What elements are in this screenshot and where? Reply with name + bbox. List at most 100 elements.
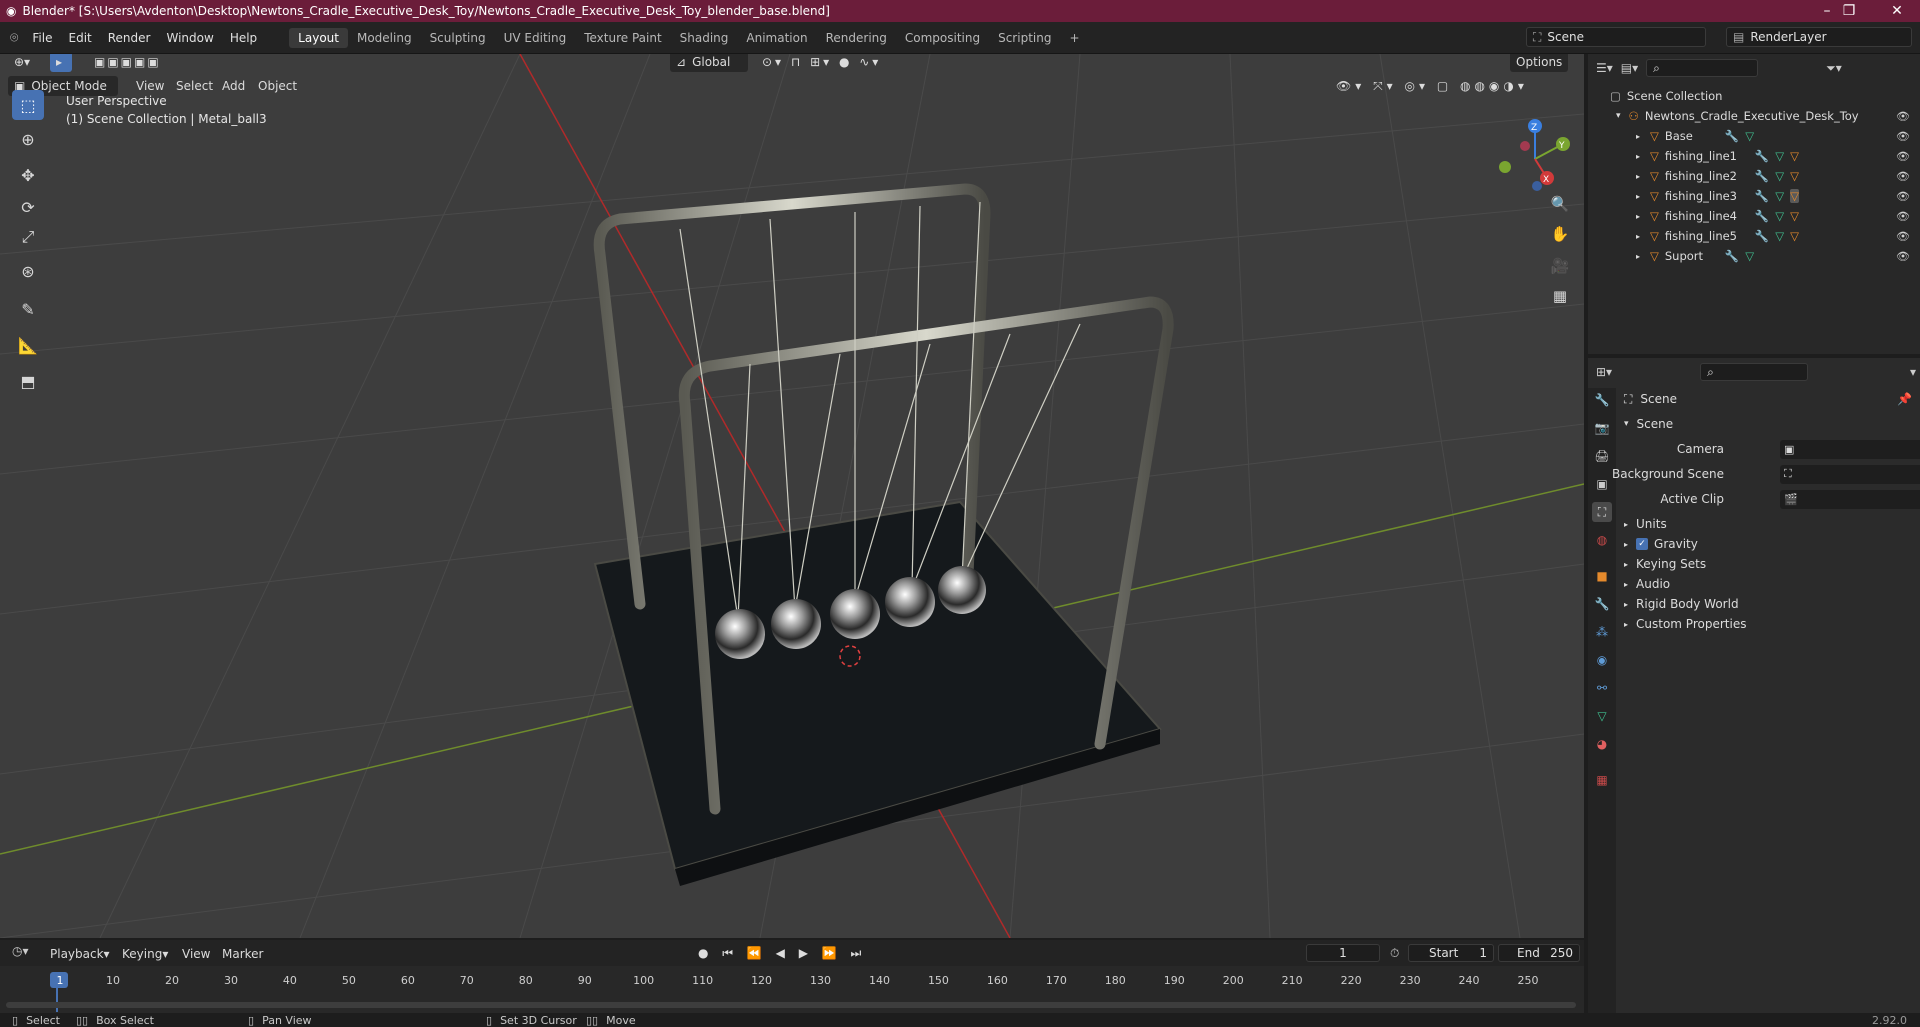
rotate-tool-icon[interactable]: ⟳ xyxy=(12,192,44,222)
display-mode-icon[interactable]: ▤▾ xyxy=(1621,61,1638,75)
visibility-eye-icon[interactable]: 👁 xyxy=(1896,210,1910,223)
world-tab-icon[interactable]: ◍ xyxy=(1592,530,1612,550)
3d-viewport[interactable]: ⊕▾ ▸ ▣▣▣▣▣ ⊿ Global ⊙▾ ⊓ ⊞▾ ● ∿▾ Options… xyxy=(0,54,1584,938)
object-tab-icon[interactable]: ■ xyxy=(1592,566,1612,586)
outliner-row-object[interactable]: ▸ ▽ fishing_line3 🔧 ▽ ▽ 👁 xyxy=(1588,186,1920,206)
particles-tab-icon[interactable]: ⁂ xyxy=(1592,622,1612,642)
pan-hand-icon[interactable]: ✋ xyxy=(1546,220,1574,248)
timeline-menu-view[interactable]: View xyxy=(176,944,216,964)
add-cube-tool-icon[interactable]: ⬒ xyxy=(12,366,44,396)
render-layer-selector[interactable]: ▤ RenderLayer xyxy=(1726,27,1912,47)
properties-section-header[interactable]: ▸ Keying Sets xyxy=(1620,553,1920,575)
scene-tab-icon[interactable]: ⛶ xyxy=(1592,502,1612,522)
measure-tool-icon[interactable]: 📐 xyxy=(12,330,44,360)
properties-section-header[interactable]: ▸ Custom Properties xyxy=(1620,613,1920,635)
pivot-snap-icons[interactable]: ⊙▾ ⊓ ⊞▾ ● ∿▾ xyxy=(756,54,887,72)
stopwatch-icon[interactable]: ⏱ xyxy=(1390,946,1399,961)
properties-section-header[interactable]: ▸ ✓ Gravity xyxy=(1620,533,1920,555)
outliner-row-object[interactable]: ▸ ▽ fishing_line4 🔧 ▽ ▽ 👁 xyxy=(1588,206,1920,226)
expand-arrow-icon[interactable]: ▾ xyxy=(1616,111,1621,121)
constraints-tab-icon[interactable]: ⚯ xyxy=(1592,678,1612,698)
view-layer-tab-icon[interactable]: ▣ xyxy=(1592,474,1612,494)
cursor-tool-icon[interactable]: ⊕ xyxy=(12,124,44,154)
visibility-eye-icon[interactable]: 👁 xyxy=(1896,230,1910,243)
viewport-menu-object[interactable]: Object xyxy=(252,76,303,96)
tab-texture-paint[interactable]: Texture Paint xyxy=(575,28,670,48)
visibility-eye-icon[interactable]: 👁 xyxy=(1896,150,1910,163)
outliner-row-object[interactable]: ▸ ▽ fishing_line1 🔧 ▽ ▽ 👁 xyxy=(1588,146,1920,166)
options-dropdown[interactable]: Options xyxy=(1510,54,1569,72)
visibility-eye-icon[interactable]: 👁 xyxy=(1896,110,1910,123)
zoom-icon[interactable]: 🔍 xyxy=(1546,190,1574,218)
close-button[interactable]: ✕ xyxy=(1874,0,1920,22)
playback-controls[interactable]: ● ⏮ ⏪ ◀ ▶ ⏩ ⏭ xyxy=(698,946,866,961)
add-workspace-button[interactable]: + xyxy=(1060,28,1088,48)
menu-edit[interactable]: Edit xyxy=(61,31,100,45)
properties-options-icon[interactable]: ▾ xyxy=(1910,365,1916,379)
start-frame-field[interactable]: Start 1 xyxy=(1408,944,1494,962)
tab-shading[interactable]: Shading xyxy=(671,28,738,48)
data-tab-icon[interactable]: ▽ xyxy=(1592,706,1612,726)
properties-section-header[interactable]: ▸ Units xyxy=(1620,513,1920,535)
annotate-tool-icon[interactable]: ✎ xyxy=(12,294,44,324)
output-tab-icon[interactable]: 🖨 xyxy=(1592,446,1612,466)
timeline-menu-playback[interactable]: Playback ▾ xyxy=(44,944,116,964)
expand-arrow-icon[interactable]: ▸ xyxy=(1636,212,1640,221)
render-tab-icon[interactable]: 📷 xyxy=(1592,418,1612,438)
move-tool-icon[interactable]: ✥ xyxy=(12,160,44,190)
menu-window[interactable]: Window xyxy=(158,31,221,45)
transform-orientation-dropdown[interactable]: ⊿ Global xyxy=(670,54,748,72)
pin-icon[interactable]: 📌 xyxy=(1897,392,1912,406)
texture-tab-icon[interactable]: ▦ xyxy=(1592,770,1612,790)
blender-menu-icon[interactable]: ⌾ xyxy=(10,30,18,46)
viewport-menu-view[interactable]: View xyxy=(130,76,170,96)
tool-tab-icon[interactable]: 🔧 xyxy=(1592,390,1612,410)
tab-uv-editing[interactable]: UV Editing xyxy=(495,28,576,48)
camera-field[interactable]: ▣✑ xyxy=(1780,439,1920,459)
shading-mode-icons[interactable]: 👁▾ ⤧▾ ◎▾ ▢ ◍◍◉◑▾ xyxy=(1330,76,1534,96)
scene-selector[interactable]: ⛶ Scene xyxy=(1526,27,1706,47)
active-clip-field[interactable]: 🎬 xyxy=(1780,489,1920,509)
physics-tab-icon[interactable]: ◉ xyxy=(1592,650,1612,670)
tab-animation[interactable]: Animation xyxy=(737,28,816,48)
outliner-row-object[interactable]: ▸ ▽ Suport 🔧 ▽ 👁 xyxy=(1588,246,1920,266)
outliner-search-input[interactable]: ⌕ xyxy=(1646,59,1759,77)
menu-help[interactable]: Help xyxy=(222,31,265,45)
visibility-eye-icon[interactable]: 👁 xyxy=(1896,170,1910,183)
expand-arrow-icon[interactable]: ▸ xyxy=(1636,172,1640,181)
filter-icon[interactable]: ⏷▾ xyxy=(1826,61,1842,76)
tab-layout[interactable]: Layout xyxy=(289,27,348,48)
visibility-eye-icon[interactable]: 👁 xyxy=(1896,250,1910,263)
maximize-button[interactable]: ❐ xyxy=(1826,0,1872,22)
ortho-grid-icon[interactable]: ▦ xyxy=(1546,282,1574,310)
tab-modeling[interactable]: Modeling xyxy=(348,28,421,48)
menu-file[interactable]: File xyxy=(24,31,60,45)
visibility-eye-icon[interactable]: 👁 xyxy=(1896,190,1910,203)
select-box-modes-icon[interactable]: ▣▣▣▣▣ xyxy=(88,54,167,72)
menu-render[interactable]: Render xyxy=(100,31,159,45)
outliner-row-scene-collection[interactable]: ▢ Scene Collection xyxy=(1588,86,1920,106)
timeline-menu-keying[interactable]: Keying ▾ xyxy=(116,944,174,964)
background-scene-field[interactable]: ⛶ xyxy=(1780,464,1920,484)
expand-arrow-icon[interactable]: ▸ xyxy=(1636,132,1640,141)
tab-compositing[interactable]: Compositing xyxy=(896,28,989,48)
expand-arrow-icon[interactable]: ▸ xyxy=(1636,232,1640,241)
material-tab-icon[interactable]: ◕ xyxy=(1592,734,1612,754)
transform-tool-icon[interactable]: ⊛ xyxy=(12,256,44,286)
outliner-editor-icon[interactable]: ☰▾ xyxy=(1596,61,1613,75)
properties-search-input[interactable]: ⌕ xyxy=(1700,363,1809,381)
viewport-menu-select[interactable]: Select xyxy=(170,76,219,96)
editor-type-icon[interactable]: ⊕▾ xyxy=(8,54,36,72)
properties-section-header[interactable]: ▸ Rigid Body World xyxy=(1620,593,1920,615)
expand-arrow-icon[interactable]: ▸ xyxy=(1636,252,1640,261)
select-tool-icon[interactable]: ⬚ xyxy=(12,90,44,120)
visibility-eye-icon[interactable]: 👁 xyxy=(1896,130,1910,143)
properties-section-header[interactable]: ▸ Audio xyxy=(1620,573,1920,595)
scale-tool-icon[interactable]: ⤢ xyxy=(12,222,44,252)
gravity-checkbox[interactable]: ✓ xyxy=(1636,538,1649,550)
end-frame-field[interactable]: End 250 xyxy=(1498,944,1580,962)
camera-view-icon[interactable]: 🎥 xyxy=(1546,252,1574,280)
properties-editor-icon[interactable]: ⊞▾ xyxy=(1596,365,1612,379)
select-mode-icon[interactable]: ▸ xyxy=(50,54,72,72)
outliner-row-collection[interactable]: ▾ ⚇ Newtons_Cradle_Executive_Desk_Toy 👁 xyxy=(1588,106,1920,126)
